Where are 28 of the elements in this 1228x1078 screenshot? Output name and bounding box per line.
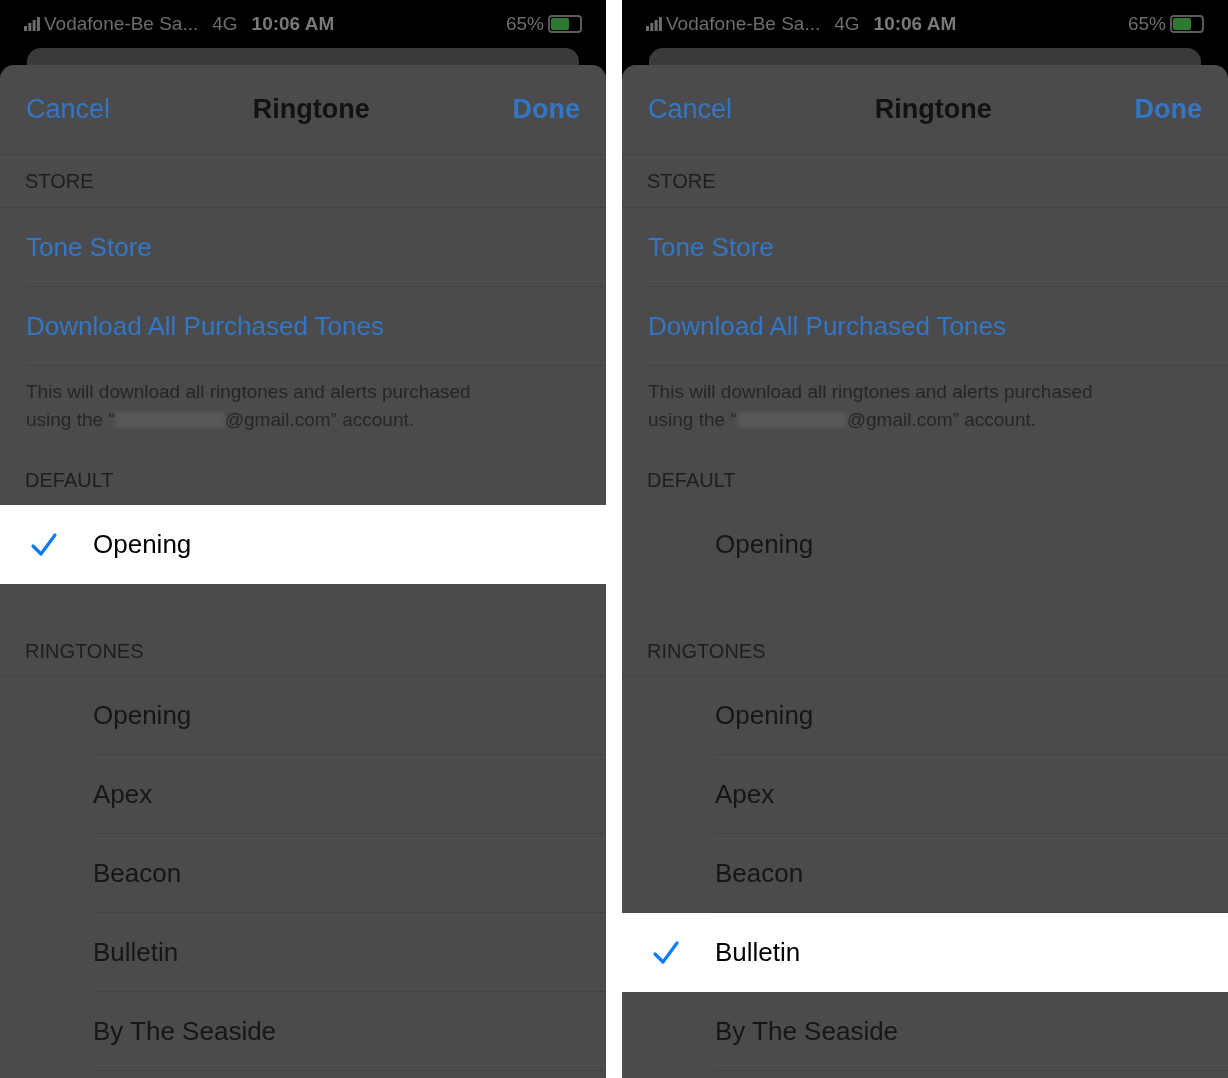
- nav-title: Ringtone: [252, 93, 370, 127]
- network-type: 4G: [212, 11, 238, 36]
- battery-percent: 65%: [505, 11, 544, 36]
- battery-percent: 65%: [1127, 11, 1166, 36]
- store-link[interactable]: Download All Purchased Tones: [648, 306, 1006, 346]
- store-link[interactable]: Download All Purchased Tones: [26, 306, 384, 346]
- store-link[interactable]: Tone Store: [648, 227, 774, 267]
- ringtone-name: Bulletin: [715, 936, 801, 969]
- signal-icon: [646, 17, 662, 31]
- checkmark-icon: [652, 939, 680, 966]
- clock: 10:06 AM: [251, 11, 335, 36]
- battery-icon: [548, 15, 582, 33]
- signal-icon: [24, 17, 40, 31]
- ringtone-name: Opening: [93, 528, 192, 561]
- ringtone-row[interactable]: Bulletin: [622, 913, 1228, 992]
- ringtone-row[interactable]: Opening: [0, 505, 606, 584]
- carrier-name: Vodafone-Be Sa...: [44, 11, 199, 36]
- carrier-name: Vodafone-Be Sa...: [666, 11, 821, 36]
- cancel-button[interactable]: Cancel: [26, 89, 111, 130]
- clock: 10:06 AM: [873, 11, 957, 36]
- battery-icon: [1170, 15, 1204, 33]
- network-type: 4G: [834, 11, 860, 36]
- store-link[interactable]: Tone Store: [26, 227, 152, 267]
- cancel-button[interactable]: Cancel: [648, 89, 733, 130]
- done-button[interactable]: Done: [1134, 89, 1202, 130]
- nav-title: Ringtone: [874, 93, 992, 127]
- done-button[interactable]: Done: [512, 89, 580, 130]
- checkmark-icon: [30, 531, 58, 558]
